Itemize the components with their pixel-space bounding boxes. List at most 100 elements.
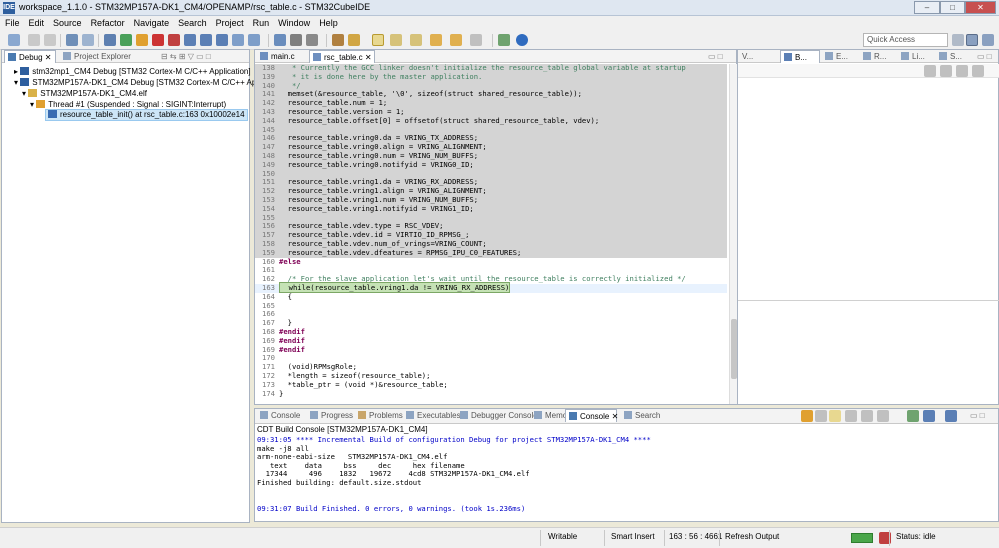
tab-problems[interactable]: Problems [355,409,403,422]
close-window-button[interactable]: ✕ [965,1,996,14]
tab-console-1[interactable]: Console [257,409,307,422]
resume-icon[interactable] [120,34,132,46]
tree-item-elf[interactable]: ▾ STM32MP157A-DK1_CM4.elf [22,89,147,99]
mark-occurrences-icon[interactable] [372,34,384,46]
save-all-icon[interactable] [44,34,56,46]
code-line[interactable]: 168 #endif [255,327,727,337]
word-wrap-icon[interactable] [815,410,827,422]
new-icon[interactable] [8,34,20,46]
menu-window[interactable]: Window [273,16,314,29]
outline-view-actions[interactable]: ▭ □ [974,50,998,63]
menu-navigate[interactable]: Navigate [129,16,174,29]
code-line[interactable]: 144 resource_table.offset[0] = offsetof(… [255,116,727,126]
code-editor[interactable]: main.c rsc_table.c ✕ ▭ □ 138 * Currently… [254,49,737,405]
menu-run[interactable]: Run [248,16,274,29]
editor-scrollbar[interactable] [729,64,737,404]
code-line[interactable]: 165 [255,301,727,311]
code-line[interactable]: 160 #else [255,257,727,267]
device-config-icon[interactable] [290,34,302,46]
show-supported-icon[interactable] [956,65,968,77]
cpp-perspective-icon[interactable] [966,34,978,46]
tab-executables[interactable]: Executables [403,409,461,422]
code-area[interactable]: 138 * Currently the GCC linker doesn't i… [255,64,727,404]
menu-help[interactable]: Help [314,16,342,29]
instruction-step-icon[interactable] [232,34,244,46]
minimize-button[interactable]: – [914,1,940,14]
open-perspective-icon[interactable] [952,34,964,46]
remove-breakpoint-icon[interactable] [924,65,936,77]
console-view-actions[interactable]: ▭ □ [967,409,997,422]
forward-icon[interactable] [470,34,482,46]
open-task-icon[interactable] [348,34,360,46]
build-icon[interactable] [66,34,78,46]
code-line[interactable]: 164 { [255,292,727,302]
display-selected-console-icon[interactable] [907,410,919,422]
tab-rsc-table-c[interactable]: rsc_table.c ✕ [309,50,375,63]
code-line[interactable]: 149 resource_table.vring0.notifyid = VRI… [255,160,727,170]
code-line[interactable]: 139 * it is done here by the master appl… [255,72,727,82]
last-edit-icon[interactable] [430,34,442,46]
back-icon[interactable] [450,34,462,46]
menu-source[interactable]: Source [48,16,86,29]
restart-icon[interactable] [248,34,260,46]
step-into-icon[interactable] [184,34,196,46]
step-return-icon[interactable] [216,34,228,46]
quick-access-field[interactable]: Quick Access [863,33,948,47]
code-line[interactable]: 167 } [255,318,727,328]
debug-view-actions[interactable]: ⊟ ⇆ ⊞ ▽ ▭ □ [158,50,248,63]
code-line[interactable]: 174} [255,389,727,399]
tree-item-debug-config-2[interactable]: ▾ STM32MP157A-DK1_CM4 Debug [STM32 Corte… [14,78,288,88]
tab-debugger-console[interactable]: Debugger Console [457,409,538,422]
tab-sfrs[interactable]: S... [936,50,970,63]
code-line[interactable]: 166 [255,310,727,319]
debug-perspective-icon[interactable] [982,34,994,46]
code-line[interactable]: 163 while(resource_table.vring1.da != VR… [255,282,727,293]
tab-search[interactable]: Search [621,409,665,422]
prev-annotation-icon[interactable] [410,34,422,46]
menu-refactor[interactable]: Refactor [86,16,129,29]
clear-console-icon[interactable] [845,410,857,422]
info-icon[interactable] [516,34,528,46]
go-to-file-icon[interactable] [972,65,984,77]
code-line[interactable]: 154 resource_table.vring1.notifyid = VRI… [255,204,727,214]
menu-search[interactable]: Search [173,16,211,29]
tab-expressions[interactable]: E... [822,50,856,63]
tab-registers[interactable]: R... [860,50,894,63]
save-icon[interactable] [28,34,40,46]
code-line[interactable]: 169 #endif [255,336,727,346]
code-line[interactable]: 169 #endif [255,345,727,355]
tab-debug[interactable]: Debug ✕ [4,50,56,63]
skip-breakpoints-icon[interactable] [104,34,116,46]
editor-view-actions[interactable]: ▭ □ [705,50,735,63]
search-icon[interactable] [274,34,286,46]
debug-config-icon[interactable] [82,34,94,46]
menu-project[interactable]: Project [211,16,248,29]
suspend-icon[interactable] [136,34,148,46]
pin-editor-icon[interactable] [498,34,510,46]
tree-item-debug-config-1[interactable]: ▸ stm32mp1_CM4 Debug [STM32 Cortex-M C/C… [14,67,251,77]
tab-variables[interactable]: V... [739,50,779,63]
disconnect-icon[interactable] [168,34,180,46]
code-line[interactable]: 173 *table_ptr = (void *)&resource_table… [255,380,727,390]
gear-icon[interactable] [306,34,318,46]
maximize-button[interactable]: □ [940,1,965,14]
tab-project-explorer[interactable]: Project Explorer [60,50,152,63]
menu-edit[interactable]: Edit [24,16,49,29]
scroll-lock-icon[interactable] [801,410,813,422]
code-line[interactable]: 159 resource_table.vdev.dfeatures = RPMS… [255,248,727,258]
remove-all-icon[interactable] [940,65,952,77]
tab-memory[interactable]: Memory [531,409,574,422]
tab-main-c[interactable]: main.c [257,50,307,63]
tab-live-expressions[interactable]: Li... [898,50,932,63]
step-over-icon[interactable] [200,34,212,46]
tab-breakpoints[interactable]: B... [780,50,820,63]
next-annotation-icon[interactable] [390,34,402,46]
paste-console-icon[interactable] [877,410,889,422]
open-console-icon[interactable] [923,410,935,422]
terminate-icon[interactable] [152,34,164,46]
new-console-icon[interactable] [945,410,957,422]
tree-item-stack-frame[interactable]: resource_table_init() at rsc_table.c:163… [45,109,248,121]
tab-progress[interactable]: Progress [307,409,355,422]
open-type-icon[interactable] [332,34,344,46]
pin-console-icon[interactable] [829,410,841,422]
